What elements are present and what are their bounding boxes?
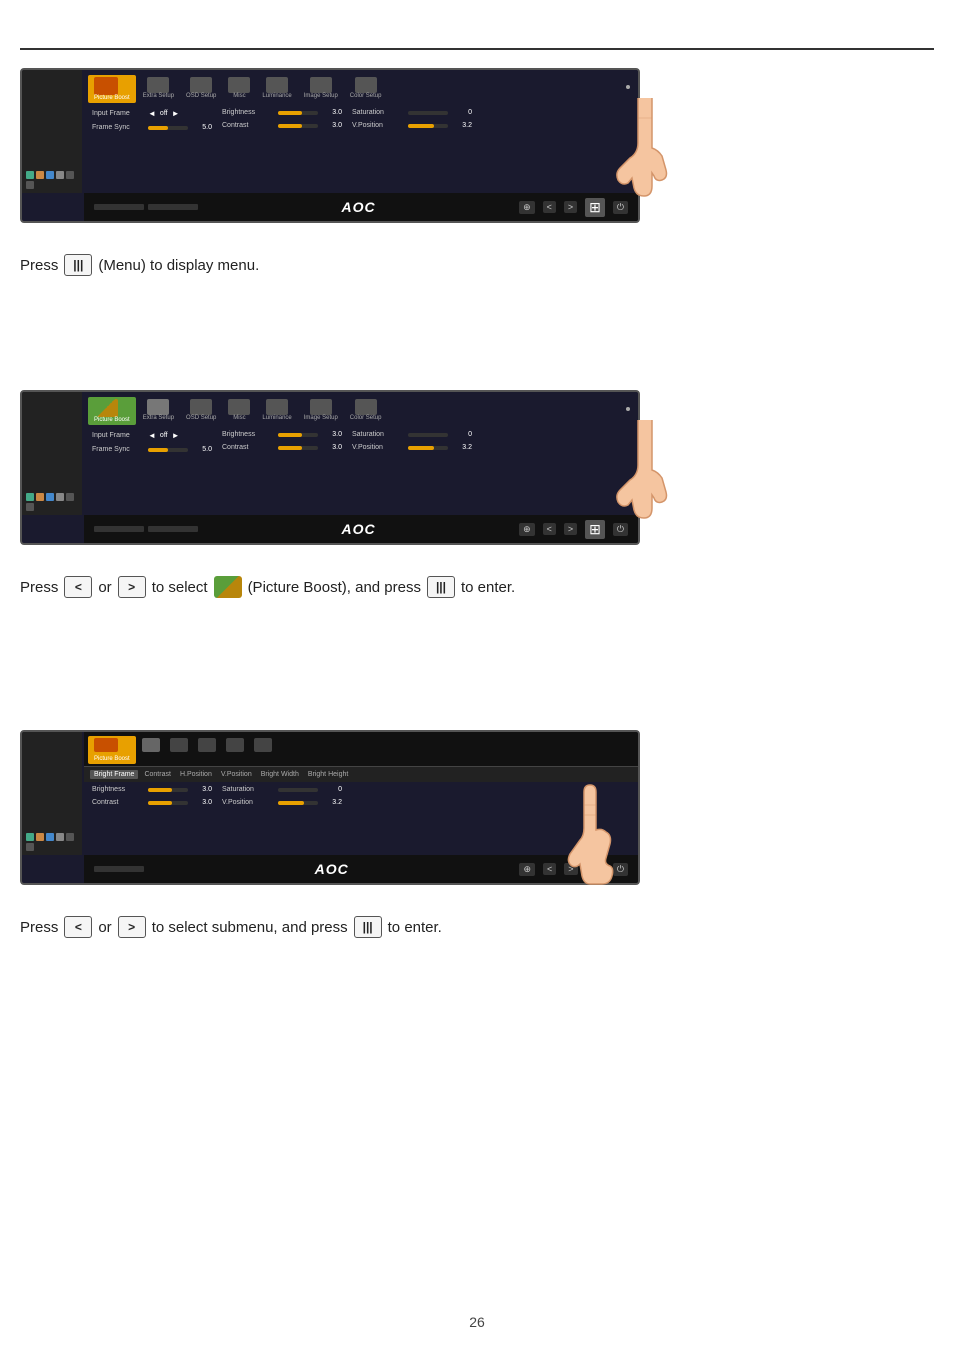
monitor-screen-1: Picture Boost Extra Setup OSD Setup Misc — [20, 68, 640, 223]
monitor-logo-2: AOC — [341, 521, 375, 537]
lt-key-2: < — [64, 916, 92, 938]
instr2-or: or — [98, 579, 111, 596]
left-strip-1 — [22, 70, 82, 193]
monitor-display-3: Picture Boost — [20, 730, 660, 900]
strip-icons-1 — [26, 171, 78, 189]
osd-tab2-3: Misc — [223, 397, 255, 425]
monitor-display-2: Picture Boost Extra Setup OSD Setup Misc — [20, 390, 660, 560]
osd-tab-1: Extra Setup — [138, 75, 179, 103]
osd-content-2: Input Frame ◄ off ► Frame Sync 5.0 — [84, 427, 638, 515]
monitor-display-1: Picture Boost Extra Setup OSD Setup Misc — [20, 68, 660, 238]
osd2-contrast: Contrast 3.0 — [222, 444, 342, 451]
hand-cursor-1 — [600, 98, 680, 202]
osd-saturation-1: Saturation 0 — [352, 109, 472, 116]
osd3-saturation-sub: Saturation 0 — [222, 786, 342, 793]
instr2-to-enter: to enter. — [461, 579, 515, 596]
osd-input-frame: Input Frame ◄ off ► — [92, 109, 212, 118]
instr3-or: or — [98, 919, 111, 936]
picture-boost-icon-badge — [214, 576, 242, 598]
instr1-press: Press — [20, 257, 58, 274]
left-strip-2 — [22, 392, 82, 515]
instr2-to-select: to select — [152, 579, 208, 596]
gt-key-2: > — [118, 916, 146, 938]
osd2-vposition: V.Position 3.2 — [352, 444, 472, 451]
instr2-pb-text: (Picture Boost), and press — [248, 579, 421, 596]
bottom-left-1 — [94, 204, 198, 210]
section3: Picture Boost — [20, 730, 934, 938]
instr3-text: to select submenu, and press — [152, 919, 348, 936]
strip-icons-3 — [26, 833, 78, 851]
osd-content-1: Input Frame ◄ off ► Frame Sync 5.0 — [84, 105, 638, 193]
menu-key-2: ||| — [427, 576, 455, 598]
strip-icons-2 — [26, 493, 78, 511]
osd3-vpos-sub: V.Position 3.2 — [222, 799, 342, 806]
osd-right-col-1: Saturation 0 V.Position 3.2 — [352, 109, 472, 189]
osd-frame-sync: Frame Sync 5.0 — [92, 124, 212, 131]
gt-key-1: > — [118, 576, 146, 598]
osd-brightness-1: Brightness 3.0 — [222, 109, 342, 116]
osd3-tab-active: Picture Boost — [88, 736, 136, 764]
osd-tab-2: OSD Setup — [181, 75, 221, 103]
osd-tab-0-active: Picture Boost — [88, 75, 136, 103]
osd-tab2-5: Image Setup — [299, 397, 343, 425]
instr1-text: (Menu) to display menu. — [98, 257, 259, 274]
monitor-logo-1: AOC — [341, 199, 375, 215]
hand-cursor-2 — [600, 420, 680, 524]
osd2-frame-sync: Frame Sync 5.0 — [92, 446, 212, 453]
menu-key-3: ||| — [354, 916, 382, 938]
osd-tab-6: Color Setup — [345, 75, 387, 103]
osd-left-col-1: Input Frame ◄ off ► Frame Sync 5.0 — [92, 109, 212, 189]
page-number: 26 — [469, 1314, 485, 1330]
osd2-input-frame: Input Frame ◄ off ► — [92, 431, 212, 440]
monitor-bottom-1: AOC ⊕ < > ⊞ ⏻ — [84, 193, 638, 221]
osd-tab2-2: OSD Setup — [181, 397, 221, 425]
osd-mid-col-1: Brightness 3.0 Contrast 3.0 — [222, 109, 342, 189]
monitor-screen-3: Picture Boost — [20, 730, 640, 885]
instr3-press: Press — [20, 919, 58, 936]
osd-vposition-1: V.Position 3.2 — [352, 122, 472, 129]
monitor-screen-2: Picture Boost Extra Setup OSD Setup Misc — [20, 390, 640, 545]
hand-cursor-3 — [550, 780, 630, 894]
left-strip-3 — [22, 732, 82, 855]
osd2-brightness: Brightness 3.0 — [222, 431, 342, 438]
osd3-contrast-sub: Contrast 3.0 — [92, 799, 212, 806]
osd3-brightness-sub: Brightness 3.0 — [92, 786, 212, 793]
instr3-to-enter: to enter. — [388, 919, 442, 936]
section1: Picture Boost Extra Setup OSD Setup Misc — [20, 68, 934, 276]
osd-panel-2: Picture Boost Extra Setup OSD Setup Misc — [84, 392, 638, 543]
osd-tab2-0-active: Picture Boost — [88, 397, 136, 425]
osd-tabs-3: Picture Boost — [84, 732, 638, 766]
instruction-1: Press ||| (Menu) to display menu. — [20, 254, 934, 276]
osd-tab-5: Image Setup — [299, 75, 343, 103]
osd-tabs-1: Picture Boost Extra Setup OSD Setup Misc — [84, 70, 638, 105]
monitor-logo-3: AOC — [315, 861, 349, 877]
osd-tab-4: Luminance — [257, 75, 296, 103]
osd-tab-3: Misc — [223, 75, 255, 103]
osd-tab2-6: Color Setup — [345, 397, 387, 425]
section2: Picture Boost Extra Setup OSD Setup Misc — [20, 390, 934, 598]
osd-panel-1: Picture Boost Extra Setup OSD Setup Misc — [84, 70, 638, 221]
osd-tab2-1: Extra Setup — [138, 397, 179, 425]
osd-tab2-4: Luminance — [257, 397, 296, 425]
instr2-press: Press — [20, 579, 58, 596]
osd2-saturation: Saturation 0 — [352, 431, 472, 438]
menu-key-1: ||| — [64, 254, 92, 276]
top-rule — [20, 48, 934, 50]
instruction-3: Press < or > to select submenu, and pres… — [20, 916, 934, 938]
monitor-bottom-2: AOC ⊕ < > ⊞ ⏻ — [84, 515, 638, 543]
instruction-2: Press < or > to select (Picture Boost), … — [20, 576, 934, 598]
osd-tabs-2: Picture Boost Extra Setup OSD Setup Misc — [84, 392, 638, 427]
lt-key-1: < — [64, 576, 92, 598]
